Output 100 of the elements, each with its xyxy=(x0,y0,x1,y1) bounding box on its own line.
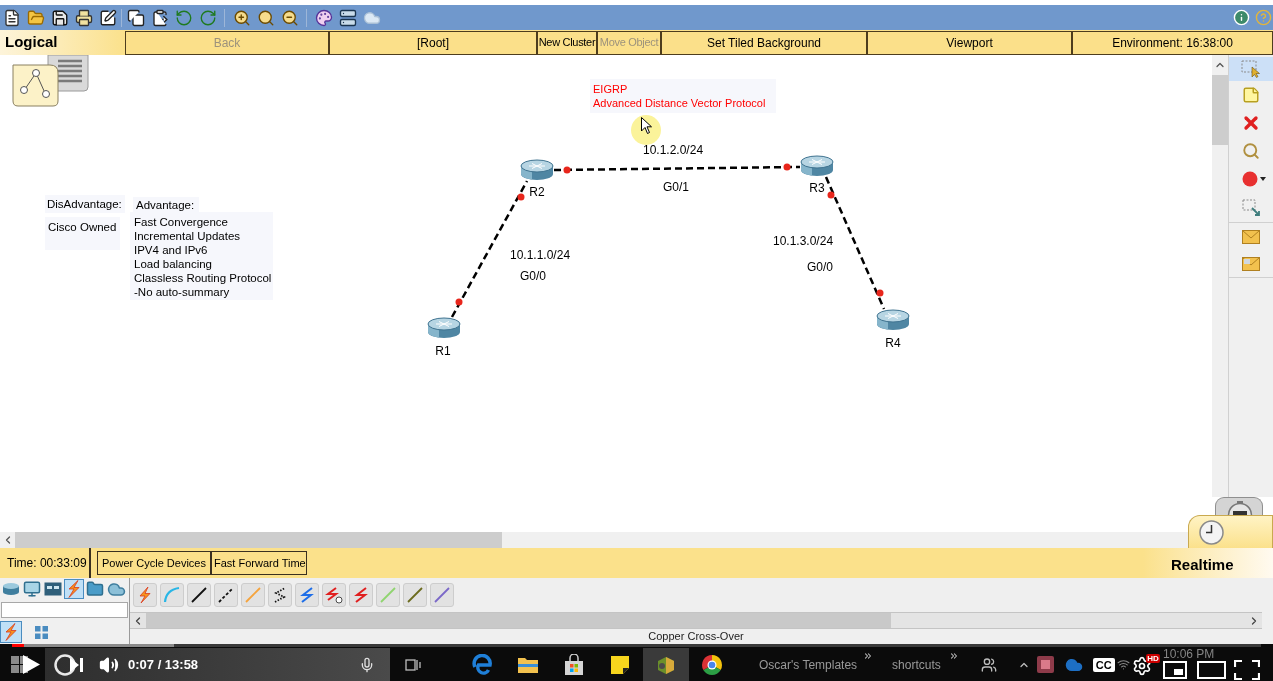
note-text: Incremental Updates xyxy=(134,229,241,243)
horizontal-scrollbar[interactable] xyxy=(130,612,1262,629)
floppy-icon[interactable] xyxy=(51,8,69,27)
microphone-icon[interactable] xyxy=(359,656,375,673)
device-list-icon[interactable] xyxy=(339,8,357,27)
connection-button[interactable] xyxy=(214,583,238,607)
note-text: EIGRP xyxy=(593,82,628,96)
play-icon[interactable] xyxy=(23,655,40,674)
router-icon[interactable] xyxy=(427,317,461,339)
device-filter-field[interactable] xyxy=(1,602,128,618)
paste-icon[interactable] xyxy=(151,8,169,27)
device-label: R3 xyxy=(809,181,825,195)
delete-icon xyxy=(1241,113,1261,133)
ring-icon[interactable] xyxy=(54,653,76,676)
chevrons-icon[interactable] xyxy=(948,651,959,661)
category-button[interactable] xyxy=(22,579,42,599)
port-status-icon xyxy=(827,191,835,199)
shopping-bag-icon xyxy=(564,653,584,676)
fast-forward-button[interactable]: Fast Forward Time xyxy=(211,551,307,575)
curved-cable-icon xyxy=(163,586,181,604)
search-field[interactable]: 0:07 / 13:58 xyxy=(45,648,390,681)
computer-icon xyxy=(23,580,41,598)
simulation-tab[interactable] xyxy=(1215,497,1263,515)
ellipse-icon xyxy=(1242,171,1258,187)
browser-logo-icon xyxy=(701,653,723,676)
zoom-in-icon[interactable] xyxy=(233,8,251,27)
port-status-icon xyxy=(455,298,463,306)
selection-icon xyxy=(1241,60,1261,78)
printer-icon[interactable] xyxy=(75,8,93,27)
device-label: R2 xyxy=(529,185,545,199)
video-progress-track[interactable] xyxy=(12,644,1261,647)
vertical-scrollbar[interactable] xyxy=(1212,55,1228,497)
connection-button[interactable] xyxy=(268,583,292,607)
theater-mode-icon[interactable] xyxy=(1196,660,1226,679)
note-text: -No auto-summary xyxy=(134,285,230,299)
cursor-icon xyxy=(641,117,652,134)
info-icon[interactable] xyxy=(1233,9,1250,26)
taskbar-toolbar-label[interactable]: shortcuts xyxy=(892,655,941,674)
note-text: Cisco Owned xyxy=(48,220,117,234)
environment-button[interactable]: Environment: 16:38:00 xyxy=(1072,30,1273,55)
viewport-button[interactable]: Viewport xyxy=(867,30,1072,55)
zoom-out-icon[interactable] xyxy=(281,8,299,27)
new-cluster-button[interactable]: New Cluster xyxy=(537,30,597,55)
task-view-icon[interactable] xyxy=(405,656,421,673)
connection-type-label: Copper Cross-Over xyxy=(648,629,744,644)
topology-view-icon[interactable] xyxy=(12,55,90,107)
next-icon[interactable] xyxy=(70,657,83,672)
folder-icon xyxy=(517,655,539,674)
network-label: 10.1.1.0/24 xyxy=(510,248,571,262)
sticky-note-icon xyxy=(610,654,630,675)
zigzag-cable-icon xyxy=(352,586,370,604)
app-tray-icon[interactable] xyxy=(1036,656,1054,673)
dashed-cable-icon xyxy=(217,586,235,604)
note-text: Classless Routing Protocol xyxy=(134,271,272,285)
palette-icon[interactable] xyxy=(315,8,333,27)
note-text: Advanced Distance Vector Protocol xyxy=(593,96,766,110)
scrollbar-thumb[interactable] xyxy=(146,613,891,628)
document-icon[interactable] xyxy=(3,8,21,27)
taskbar-toolbar-label[interactable]: Oscar's Templates xyxy=(759,655,858,674)
grid-icon xyxy=(34,625,48,639)
router-icon[interactable] xyxy=(800,155,834,177)
lightning-icon xyxy=(136,586,154,604)
copy-icon[interactable] xyxy=(127,8,145,27)
envelope-icon xyxy=(1242,229,1260,244)
category-button[interactable] xyxy=(85,579,105,599)
folder-icon[interactable] xyxy=(27,8,45,27)
power-cycle-button[interactable]: Power Cycle Devices xyxy=(97,551,211,575)
realtime-label: Realtime xyxy=(1171,554,1234,575)
horizontal-scrollbar[interactable] xyxy=(0,532,1188,548)
captions-button[interactable]: CC xyxy=(1092,657,1115,672)
zoom-reset-icon[interactable] xyxy=(257,8,275,27)
router-icon[interactable] xyxy=(520,159,554,181)
subcategory-button[interactable] xyxy=(0,621,22,643)
people-icon[interactable] xyxy=(980,656,997,673)
note-text: DisAdvantage: xyxy=(47,197,122,211)
cable-icon xyxy=(190,586,208,604)
root-button[interactable]: [Root] xyxy=(329,30,537,55)
fullscreen-icon[interactable] xyxy=(1233,659,1260,680)
port-status-icon xyxy=(876,289,884,297)
scrollbar-thumb[interactable] xyxy=(15,532,502,548)
taskbar-clock: 10:06 PM xyxy=(1163,648,1215,660)
category-button[interactable] xyxy=(64,579,84,599)
scrollbar-thumb[interactable] xyxy=(1212,75,1228,145)
router-icon xyxy=(2,582,20,596)
connection-button[interactable] xyxy=(187,583,211,607)
interface-label: G0/0 xyxy=(520,269,546,283)
port-status-icon xyxy=(517,193,525,201)
router-icon[interactable] xyxy=(876,309,910,331)
set-background-button[interactable]: Set Tiled Background xyxy=(661,30,867,55)
chevrons-icon[interactable] xyxy=(863,651,874,661)
interface-label: G0/1 xyxy=(663,180,689,194)
wifi-icon[interactable] xyxy=(1116,658,1130,671)
envelope-icon xyxy=(1242,256,1260,271)
lightning-icon xyxy=(3,623,19,641)
miniplayer-icon[interactable] xyxy=(1162,660,1187,679)
network-label: 10.1.2.0/24 xyxy=(643,143,704,157)
edit-window-icon[interactable] xyxy=(99,8,117,27)
zigzag-clock-icon xyxy=(325,586,343,604)
volume-icon[interactable] xyxy=(99,654,119,675)
device-label: R4 xyxy=(885,336,901,350)
